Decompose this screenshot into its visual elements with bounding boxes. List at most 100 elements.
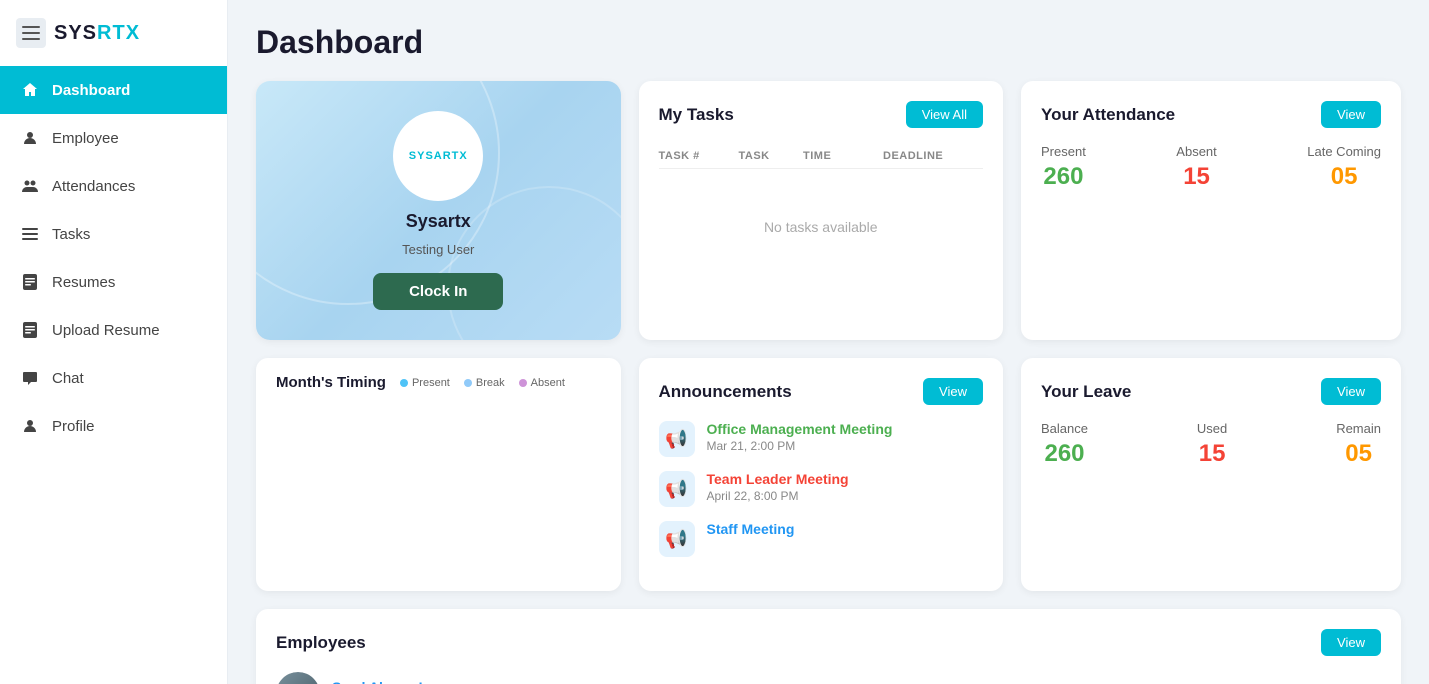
megaphone-icon: 📢	[659, 421, 695, 457]
timing-header: Month's Timing Present Break Absent	[276, 374, 601, 391]
attendance-absent: Absent 15	[1176, 144, 1216, 191]
task-table-header: TASK # TASK TIME DEADLINE	[659, 144, 984, 169]
announcement-date: April 22, 8:00 PM	[707, 489, 849, 503]
balance-label: Balance	[1041, 421, 1088, 436]
sidebar-item-upload-resume-label: Upload Resume	[52, 322, 160, 339]
sidebar-item-dashboard-label: Dashboard	[52, 82, 130, 99]
employees-view-button[interactable]: View	[1321, 629, 1381, 656]
clock-in-button[interactable]: Clock In	[373, 273, 503, 310]
sidebar-item-dashboard[interactable]: Dashboard	[0, 66, 227, 114]
legend-present: Present	[400, 377, 450, 389]
leave-card-header: Your Leave View	[1041, 378, 1381, 405]
leave-card: Your Leave View Balance 260 Used 15 Rema…	[1021, 358, 1401, 591]
resumes-icon	[20, 272, 40, 292]
upload-resume-icon	[20, 320, 40, 340]
tasks-card: My Tasks View All TASK # TASK TIME DEADL…	[639, 81, 1004, 340]
leave-balance: Balance 260	[1041, 421, 1088, 468]
attendance-stats: Present 260 Absent 15 Late Coming 05	[1041, 144, 1381, 191]
attendance-late-coming: Late Coming 05	[1307, 144, 1381, 191]
sidebar-item-chat[interactable]: Chat	[0, 354, 227, 402]
announcements-header: Announcements View	[659, 378, 984, 405]
sidebar-item-profile-label: Profile	[52, 418, 95, 435]
present-label: Present	[1041, 144, 1086, 159]
attendances-icon	[20, 176, 40, 196]
dashboard-grid: SYSARTX Sysartx Testing User Clock In My…	[256, 81, 1401, 591]
legend-absent: Absent	[519, 377, 565, 389]
announcements-card: Announcements View 📢 Office Management Me…	[639, 358, 1004, 591]
profile-card: SYSARTX Sysartx Testing User Clock In	[256, 81, 621, 340]
sidebar-item-employee[interactable]: Employee	[0, 114, 227, 162]
avatar: SYSARTX	[393, 111, 483, 201]
legend-absent-dot	[519, 379, 527, 387]
task-col-num: TASK #	[659, 150, 739, 162]
sidebar-logo: SYSRTX	[0, 0, 227, 66]
legend-break: Break	[464, 377, 505, 389]
announcement-text: Staff Meeting	[707, 521, 795, 539]
sidebar-nav: Dashboard Employee Attendances	[0, 66, 227, 450]
announcements-view-button[interactable]: View	[923, 378, 983, 405]
remain-label: Remain	[1336, 421, 1381, 436]
leave-used: Used 15	[1197, 421, 1227, 468]
announcements-list: 📢 Office Management Meeting Mar 21, 2:00 P…	[659, 421, 984, 557]
task-col-task: TASK	[739, 150, 804, 162]
attendance-card: Your Attendance View Present 260 Absent …	[1021, 81, 1401, 340]
sidebar-item-upload-resume[interactable]: Upload Resume	[0, 306, 227, 354]
sidebar-item-attendances[interactable]: Attendances	[0, 162, 227, 210]
home-icon	[20, 80, 40, 100]
leave-remain: Remain 05	[1336, 421, 1381, 468]
leave-view-button[interactable]: View	[1321, 378, 1381, 405]
announcement-item: 📢 Staff Meeting	[659, 521, 984, 557]
megaphone-icon: 📢	[659, 521, 695, 557]
sidebar-item-employee-label: Employee	[52, 130, 119, 147]
sidebar-item-tasks[interactable]: Tasks	[0, 210, 227, 258]
sidebar-toggle-icon[interactable]	[16, 18, 46, 48]
absent-label: Absent	[1176, 144, 1216, 159]
attendance-title: Your Attendance	[1041, 105, 1175, 125]
legend-break-dot	[464, 379, 472, 387]
employee-avatar	[276, 672, 320, 684]
announcements-title: Announcements	[659, 382, 792, 402]
balance-value: 260	[1041, 440, 1088, 468]
announcement-item: 📢 Team Leader Meeting April 22, 8:00 PM	[659, 471, 984, 507]
profile-role: Testing User	[402, 242, 474, 257]
page-title: Dashboard	[256, 24, 1401, 61]
megaphone-icon: 📢	[659, 471, 695, 507]
sidebar-item-chat-label: Chat	[52, 370, 84, 387]
tasks-view-all-button[interactable]: View All	[906, 101, 983, 128]
employee-info: Syed Ahzam ImamChief Technical Officer	[332, 679, 455, 684]
announcement-text: Office Management Meeting Mar 21, 2:00 PM	[707, 421, 893, 453]
sidebar: SYSRTX Dashboard Employee	[0, 0, 228, 684]
announcement-item: 📢 Office Management Meeting Mar 21, 2:00 P…	[659, 421, 984, 457]
attendance-card-header: Your Attendance View	[1041, 101, 1381, 128]
announcement-text: Team Leader Meeting April 22, 8:00 PM	[707, 471, 849, 503]
announcement-date: Mar 21, 2:00 PM	[707, 439, 893, 453]
late-coming-value: 05	[1307, 163, 1381, 191]
employees-title: Employees	[276, 633, 366, 653]
employee-icon	[20, 128, 40, 148]
app-name: SYSRTX	[54, 22, 140, 45]
absent-value: 15	[1176, 163, 1216, 191]
employees-header: Employees View	[276, 629, 1381, 656]
late-coming-label: Late Coming	[1307, 144, 1381, 159]
announcement-title: Team Leader Meeting	[707, 471, 849, 487]
announcement-title: Office Management Meeting	[707, 421, 893, 437]
timing-title: Month's Timing	[276, 374, 386, 391]
used-label: Used	[1197, 421, 1227, 436]
profile-icon	[20, 416, 40, 436]
sidebar-item-resumes-label: Resumes	[52, 274, 115, 291]
legend-present-label: Present	[412, 377, 450, 389]
sidebar-item-resumes[interactable]: Resumes	[0, 258, 227, 306]
tasks-icon	[20, 224, 40, 244]
tasks-card-header: My Tasks View All	[659, 101, 984, 128]
employee-name: Syed Ahzam Imam	[332, 679, 455, 684]
profile-name: Sysartx	[406, 211, 471, 232]
main-content: Dashboard SYSARTX Sysartx Testing User C…	[228, 0, 1429, 684]
sidebar-item-attendances-label: Attendances	[52, 178, 135, 195]
attendance-view-button[interactable]: View	[1321, 101, 1381, 128]
sidebar-item-profile[interactable]: Profile	[0, 402, 227, 450]
timing-chart	[276, 405, 601, 505]
task-col-time: TIME	[803, 150, 883, 162]
employee-item: Syed Ahzam ImamChief Technical Officer	[276, 672, 1381, 684]
no-tasks-message: No tasks available	[659, 179, 984, 275]
tasks-title: My Tasks	[659, 105, 734, 125]
